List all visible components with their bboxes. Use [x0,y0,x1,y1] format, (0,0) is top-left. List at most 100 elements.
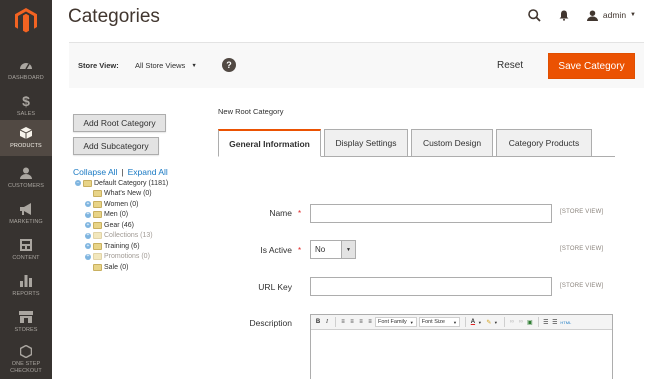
expand-icon[interactable]: + [85,211,91,218]
sidebar-item-stores[interactable]: STORES [0,304,52,340]
sidebar-item-one-step-checkout[interactable]: ONE STEP CHECKOUT [0,340,52,378]
folder-icon [93,221,102,229]
image-icon[interactable]: ▣ [526,318,534,327]
tree-node-men[interactable]: + Men (0) [85,210,128,220]
bar-chart-icon [20,274,32,288]
highlight-color-icon[interactable]: ✎ [485,318,493,327]
admin-sidebar: DASHBOARD $ SALES PRODUCTS CUSTOMERS MAR… [0,0,52,379]
tab-general-information[interactable]: General Information [218,129,321,157]
name-scope: [STORE VIEW] [560,209,604,215]
tree-node-label: Gear (46) [104,221,134,229]
required-indicator: * [298,246,302,255]
magento-logo-icon[interactable] [0,0,52,40]
store-view-switcher[interactable]: All Store Views ▼ [135,61,197,70]
tab-display-settings[interactable]: Display Settings [324,129,408,157]
expand-icon[interactable]: + [85,253,91,260]
sidebar-item-label: STORES [14,327,38,334]
store-view-value: All Store Views [135,61,186,70]
align-justify-icon[interactable]: ≡ [366,318,374,327]
tree-node-promotions[interactable]: + Promotions (0) [85,252,150,262]
name-input[interactable] [310,204,552,223]
url-key-input[interactable] [310,277,552,296]
folder-icon [93,200,102,208]
align-right-icon[interactable]: ≡ [357,318,365,327]
collapse-all-link[interactable]: Collapse All [73,167,117,177]
tree-node-training[interactable]: + Training (6) [85,241,140,251]
bold-button[interactable]: B [314,318,322,327]
admin-user-menu[interactable]: admin ▼ [586,9,636,21]
layout-icon [20,238,32,252]
header-actions: admin ▼ [510,6,636,24]
storefront-icon [19,310,33,324]
url-key-label: URL Key [258,282,292,292]
bell-icon[interactable] [559,10,569,21]
help-icon[interactable]: ? [222,58,236,72]
text-color-button[interactable]: A [469,318,477,327]
tree-node-women[interactable]: + Women (0) [85,199,139,209]
search-icon[interactable] [528,8,541,22]
tree-node-default-category[interactable]: − Default Category (1181) [75,178,168,188]
caret-down-icon: ▼ [191,62,197,69]
sidebar-item-sales[interactable]: $ SALES [0,88,52,124]
unlink-icon[interactable]: ∞ [517,318,525,327]
align-center-icon[interactable]: ≡ [348,318,356,327]
save-category-button[interactable]: Save Category [548,53,635,79]
sidebar-item-products[interactable]: PRODUCTS [0,120,52,156]
sidebar-item-label: REPORTS [12,291,40,298]
html-source-button[interactable]: HTML [560,318,572,327]
link-icon[interactable]: ∞ [508,318,516,327]
sidebar-item-customers[interactable]: CUSTOMERS [0,160,52,196]
folder-icon [93,253,102,260]
expand-icon[interactable]: + [85,201,91,207]
tree-node-label: Collections (13) [104,232,153,239]
sidebar-item-label: CONTENT [12,255,40,262]
collapse-icon[interactable]: − [75,180,81,186]
user-icon [20,166,32,180]
sidebar-item-label: DASHBOARD [8,75,44,82]
expand-icon[interactable]: + [85,232,91,239]
description-editor[interactable]: B I ≡ ≡ ≡ ≡ Font Family ▼ Font Size ▼ A ▼ … [310,314,613,379]
expand-all-link[interactable]: Expand All [128,167,168,177]
numbered-list-icon[interactable]: ☰ [551,318,559,327]
form-title: New Root Category [218,107,284,116]
tree-node-label: Men (0) [104,211,129,218]
tree-controls: Collapse All | Expand All [73,167,168,177]
font-family-dropdown[interactable]: Font Family ▼ [375,317,417,327]
sidebar-item-dashboard[interactable]: DASHBOARD [0,52,52,88]
italic-button[interactable]: I [323,318,331,327]
tab-custom-design[interactable]: Custom Design [411,129,493,157]
tree-node-label: What's New (0) [104,190,152,197]
tree-node-gear[interactable]: + Gear (46) [85,220,134,230]
tree-node-collections[interactable]: + Collections (13) [85,231,153,241]
sidebar-item-content[interactable]: CONTENT [0,232,52,268]
expand-icon[interactable]: + [85,243,91,249]
sidebar-item-label: CHECKOUT [10,367,42,374]
admin-user-name: admin [602,10,627,20]
url-key-scope: [STORE VIEW] [560,283,604,289]
font-size-dropdown[interactable]: Font Size ▼ [418,317,460,327]
sidebar-item-reports[interactable]: REPORTS [0,268,52,304]
is-active-select[interactable]: No ▼ [310,240,356,259]
is-active-value: No [315,245,326,254]
tree-node-whats-new[interactable]: What's New (0) [85,189,152,199]
tree-node-label: Default Category (1181) [94,179,169,187]
tree-node-label: Training (6) [104,242,140,250]
folder-icon [93,242,102,250]
is-active-label: Is Active [260,245,292,255]
tree-node-sale[interactable]: Sale (0) [85,262,129,272]
sidebar-item-label: MARKETING [9,219,43,226]
cube-icon [20,126,32,140]
align-left-icon[interactable]: ≡ [339,318,347,327]
store-view-label: Store View: [78,61,119,70]
tab-category-products[interactable]: Category Products [496,129,592,157]
bullet-list-icon[interactable]: ☰ [542,318,550,327]
sidebar-item-marketing[interactable]: MARKETING [0,196,52,232]
add-root-category-button[interactable]: Add Root Category [73,114,166,132]
reset-button[interactable]: Reset [497,60,523,71]
expand-icon[interactable]: + [85,222,91,228]
page-actions-toolbar: Store View: All Store Views ▼ ? Reset Sa… [69,42,644,88]
add-subcategory-button[interactable]: Add Subcategory [73,137,159,155]
megaphone-icon [19,202,33,216]
required-indicator: * [298,209,302,218]
folder-icon [93,190,102,197]
